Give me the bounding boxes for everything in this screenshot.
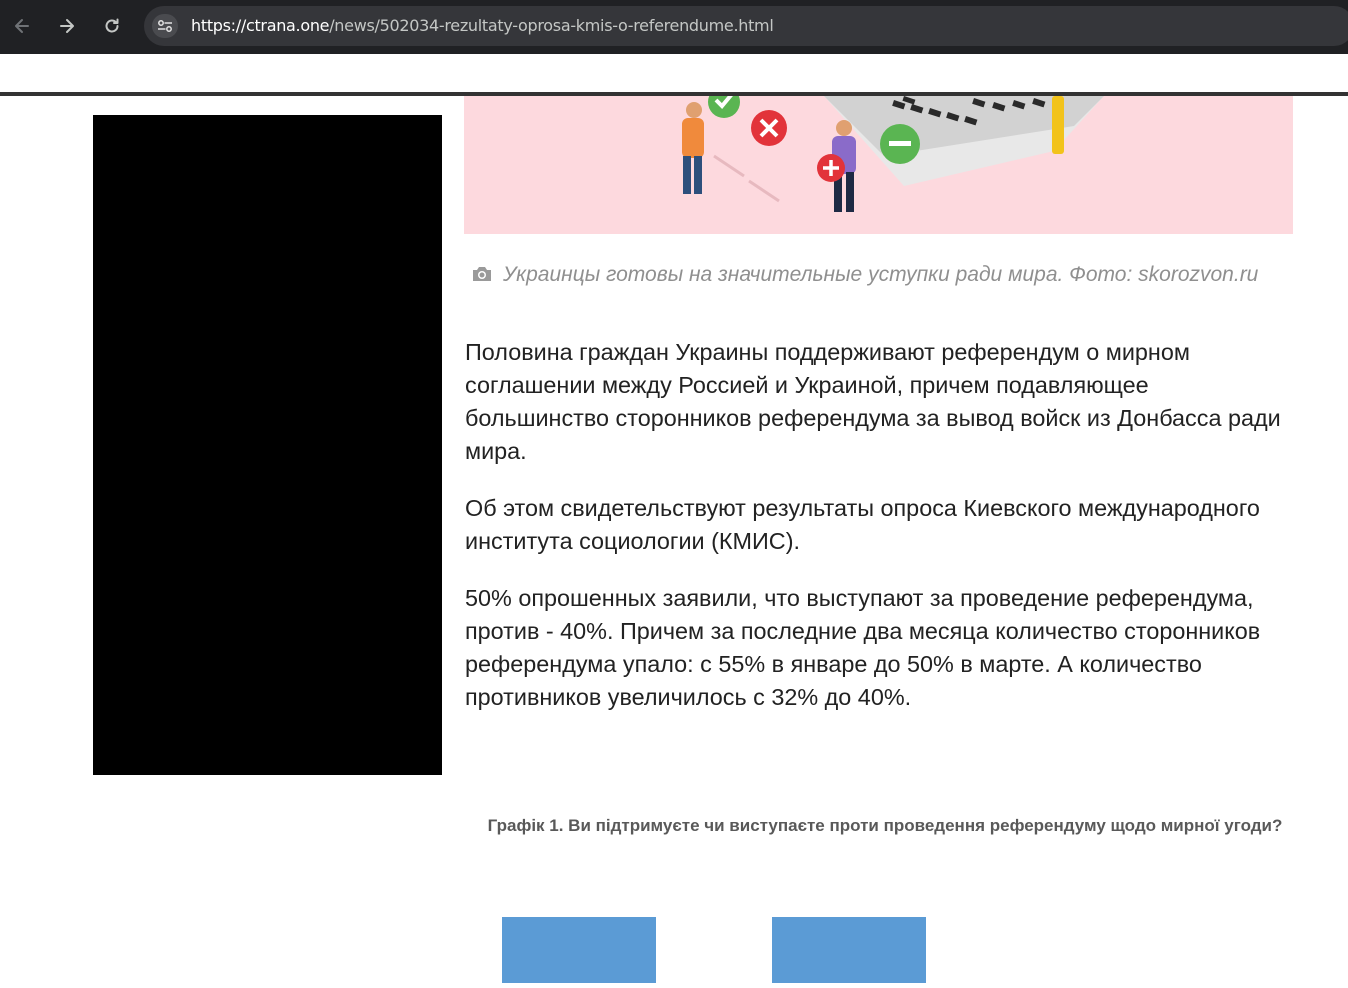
site-info-button[interactable] xyxy=(152,14,178,38)
chart-title: Графік 1. Ви підтримуєте чи виступаєте п… xyxy=(487,816,1283,835)
tune-icon xyxy=(158,20,172,32)
back-button[interactable] xyxy=(6,10,38,42)
article-image xyxy=(464,96,1293,234)
reload-icon xyxy=(105,18,119,33)
arrow-right-icon xyxy=(60,19,74,33)
chart-area xyxy=(464,880,1294,983)
reload-button[interactable] xyxy=(96,10,128,42)
site-header-strip xyxy=(0,54,1348,92)
camera-icon xyxy=(473,267,491,281)
chart-bar xyxy=(502,917,656,983)
browser-toolbar: https://ctrana.one/news/502034-rezultaty… xyxy=(0,0,1348,54)
url-path: /news/502034-rezultaty-oprosa-kmis-o-ref… xyxy=(329,16,774,35)
arrow-left-icon xyxy=(15,19,29,33)
article-paragraph: 50% опрошенных заявили, что выступают за… xyxy=(465,585,1261,710)
article-body: Половина граждан Украины поддерживают ре… xyxy=(465,336,1295,738)
forward-button[interactable] xyxy=(51,10,83,42)
chart-bar xyxy=(772,917,926,983)
referendum-illustration xyxy=(682,96,1104,212)
article-paragraph: Об этом свидетельствуют результаты опрос… xyxy=(465,495,1260,554)
photo-caption: Украинцы готовы на значительные уступки … xyxy=(465,262,1285,288)
photo-caption-text: Украинцы готовы на значительные уступки … xyxy=(503,263,1259,286)
bar-chart xyxy=(502,917,926,983)
article-paragraph: Половина граждан Украины поддерживают ре… xyxy=(465,339,1281,464)
url-text[interactable]: https://ctrana.one/news/502034-rezultaty… xyxy=(191,16,774,35)
side-banner xyxy=(93,115,442,775)
address-bar[interactable]: https://ctrana.one/news/502034-rezultaty… xyxy=(144,6,1348,46)
url-host: https://ctrana.one xyxy=(191,16,330,35)
